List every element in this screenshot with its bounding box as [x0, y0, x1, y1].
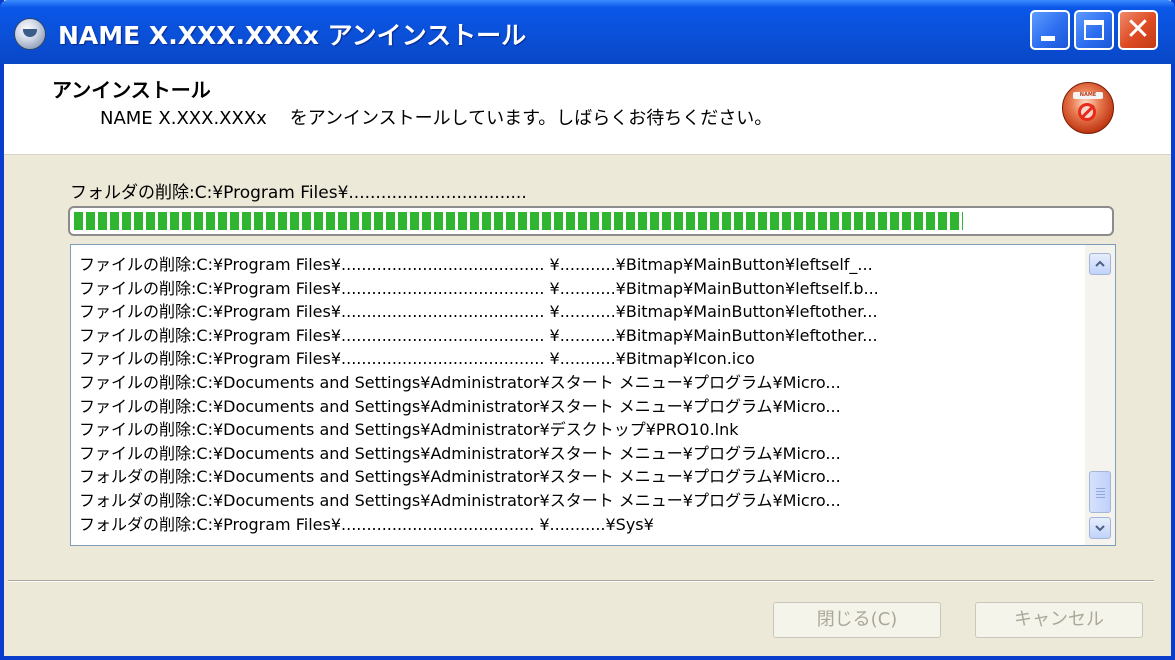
log-item: ファイルの削除:C:¥Documents and Settings¥Admini…: [79, 372, 841, 392]
page-subtitle: NAME X.XXX.XXXx をアンインストールしています。しばらくお待ちくだ…: [100, 108, 773, 129]
progress-bar: [68, 206, 1114, 236]
scroll-up-button[interactable]: [1089, 253, 1111, 275]
scroll-thumb[interactable]: [1089, 471, 1111, 513]
log-item: ファイルの削除:C:¥Program Files¥...............…: [79, 255, 873, 274]
log-item: ファイルの削除:C:¥Program Files¥...............…: [79, 325, 878, 345]
close-icon: ✕: [1125, 12, 1151, 47]
log-item: フォルダの削除:C:¥Documents and Settings¥Admini…: [79, 467, 841, 487]
grip-line: [1096, 494, 1105, 495]
separator-line: [8, 580, 1154, 582]
log-item: ファイルの削除:C:¥Program Files¥...............…: [79, 349, 755, 369]
scroll-down-button[interactable]: [1089, 517, 1111, 539]
cancel-button[interactable]: キャンセル: [975, 602, 1143, 638]
details-log[interactable]: ファイルの削除:C:¥Program Files¥...............…: [70, 244, 1116, 546]
grip-line: [1096, 488, 1105, 489]
log-item: ファイルの削除:C:¥Program Files¥...............…: [79, 278, 879, 298]
status-text: フォルダの削除:C:¥Program Files¥...............…: [70, 183, 527, 203]
chevron-down-icon: [1095, 525, 1105, 532]
maximize-icon: [1084, 20, 1104, 40]
close-window-button[interactable]: ✕: [1118, 10, 1158, 50]
maximize-button[interactable]: [1074, 10, 1114, 50]
progress-fill: [74, 212, 964, 230]
log-item: ファイルの削除:C:¥Documents and Settings¥Admini…: [79, 396, 841, 416]
disc-label: NAME: [1073, 92, 1103, 99]
grip-line: [1096, 491, 1105, 492]
log-item: ファイルの削除:C:¥Documents and Settings¥Admini…: [79, 443, 841, 463]
app-icon: [14, 18, 46, 50]
minimize-button[interactable]: [1030, 10, 1070, 50]
chevron-up-icon: [1095, 260, 1105, 267]
log-item: ファイルの削除:C:¥Program Files¥...............…: [79, 302, 878, 322]
close-button[interactable]: 閉じる(C): [773, 602, 941, 638]
log-item: ファイルの削除:C:¥Documents and Settings¥Admini…: [79, 420, 739, 440]
log-item: フォルダの削除:C:¥Documents and Settings¥Admini…: [79, 490, 841, 510]
log-item: フォルダの削除:C:¥Program Files¥...............…: [79, 514, 654, 534]
minimize-icon: [1041, 36, 1055, 41]
vertical-scrollbar[interactable]: [1085, 245, 1115, 545]
uninstall-disc-icon: NAME: [1062, 82, 1114, 134]
title-bar[interactable]: NAME X.XXX.XXXx アンインストール ✕: [0, 0, 1175, 64]
uninstall-window: NAME X.XXX.XXXx アンインストール ✕ アンインストール NAME…: [0, 0, 1175, 660]
prohibited-icon: [1078, 103, 1096, 121]
log-list: ファイルの削除:C:¥Program Files¥...............…: [79, 253, 1079, 536]
page-title: アンインストール: [52, 78, 211, 102]
grip-line: [1096, 497, 1105, 498]
window-title: NAME X.XXX.XXXx アンインストール: [58, 21, 527, 50]
